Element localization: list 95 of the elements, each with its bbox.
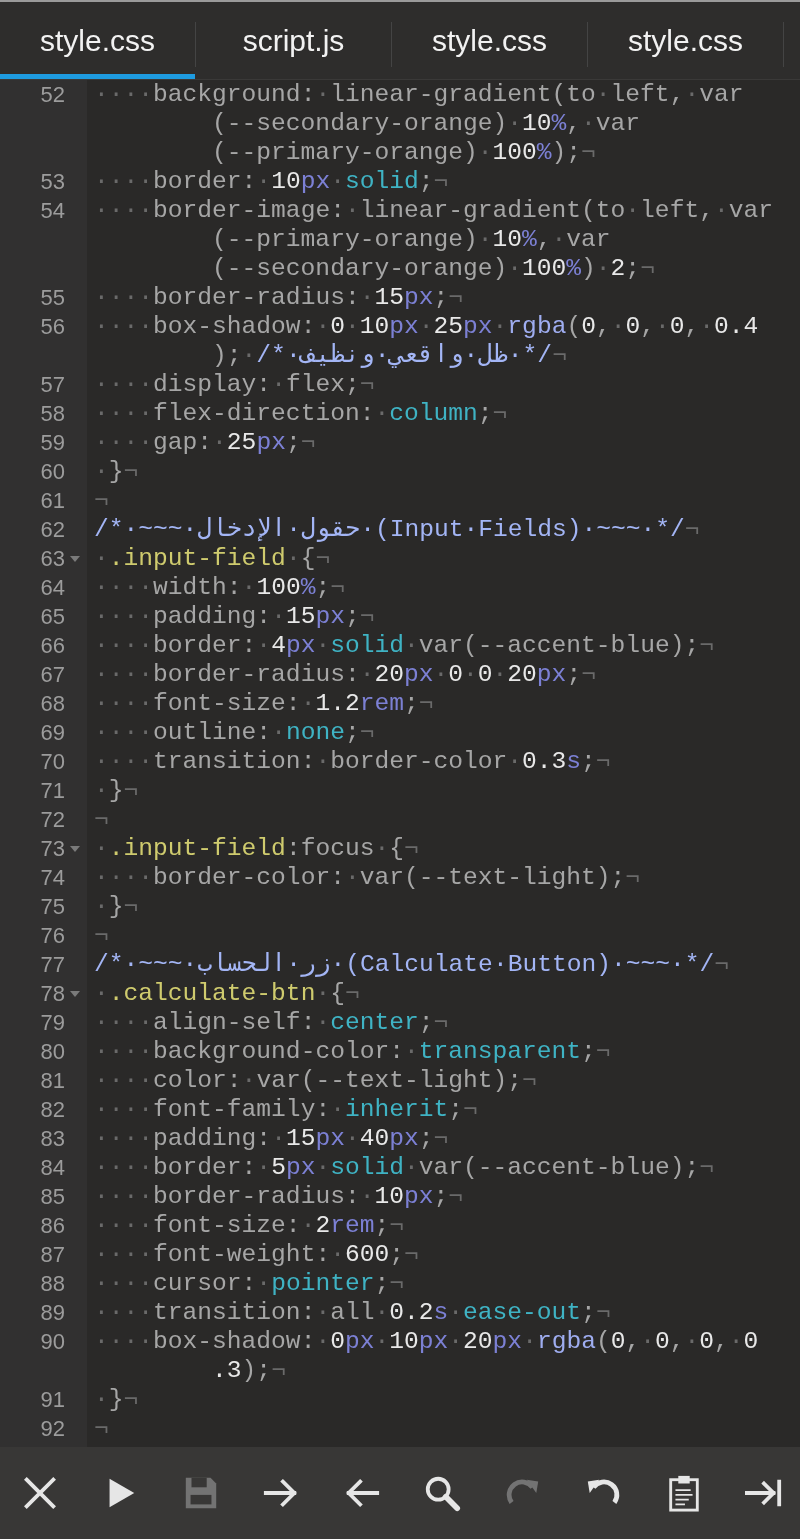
line-number: 56: [40, 313, 65, 341]
code-line: (--secondary-orange)·100%)·2;¬: [211, 254, 655, 283]
code-line: ····transition:·all·0.2s·ease-out;¬: [93, 1298, 611, 1327]
code-line: (--primary-orange)·100%);¬: [211, 138, 596, 167]
file-tab[interactable]: style.css: [588, 2, 783, 79]
line-number: 84: [40, 1154, 65, 1182]
code-line: ····box-shadow:·0·10px·25px·rgba(0,·0,·0,·0.4: [93, 312, 759, 341]
code-line: ····transition:·border-color·0.3s;¬: [93, 747, 611, 776]
code-line: ·.calculate-btn·{¬: [93, 979, 360, 1008]
line-number: 69: [40, 719, 65, 747]
line-number: 86: [40, 1212, 65, 1240]
code-line: ¬: [93, 1414, 109, 1443]
line-number: 64: [40, 574, 65, 602]
code-line: ····width:·100%;¬: [93, 573, 345, 602]
code-line: ·.input-field·{¬: [93, 544, 331, 573]
file-tab[interactable]: script.js: [196, 2, 391, 79]
code-line: ····color:·var(--text-light);¬: [93, 1066, 537, 1095]
line-number: 60: [40, 458, 65, 486]
line-number: 79: [40, 1009, 65, 1037]
line-number: 52: [40, 81, 65, 109]
code-line: ····font-weight:·600;¬: [93, 1240, 419, 1269]
line-number: 83: [40, 1125, 65, 1153]
code-line: ····display:·flex;¬: [93, 370, 375, 399]
line-number: 75: [40, 893, 65, 921]
line-number: 76: [40, 922, 65, 950]
line-number: 73: [40, 835, 65, 863]
line-number: 66: [40, 632, 65, 660]
code-line: ¬: [93, 805, 109, 834]
line-number: 70: [40, 748, 65, 776]
line-number: 81: [40, 1067, 65, 1095]
line-number: 74: [40, 864, 65, 892]
code-line: ····border:·4px·solid·var(--accent-blue);¬: [93, 631, 714, 660]
code-line: ·}¬: [93, 1385, 139, 1414]
code-line: ·}¬: [93, 457, 139, 486]
code-line: ····box-shadow:·0px·10px·20px·rgba(0,·0,·0,·0: [93, 1327, 759, 1356]
code-line: ····border-radius:·20px·0·0·20px;¬: [93, 660, 596, 689]
line-number: 61: [40, 487, 65, 515]
code-line: (--primary-orange)·10%,·var: [211, 225, 611, 254]
code-line: ····flex-direction:·column;¬: [93, 399, 508, 428]
line-number: 89: [40, 1299, 65, 1327]
caret-icon[interactable]: [69, 989, 81, 998]
code-line: /*·~~~·حقول·الإدخال·(Input·Fields)·~~~·*/¬: [93, 515, 700, 544]
code-line: ····background:·linear-gradient(to·left,·var: [93, 80, 744, 109]
line-number: 53: [40, 168, 65, 196]
code-line: ····gap:·25px;¬: [93, 428, 316, 457]
code-line: (--secondary-orange)·10%,·var: [211, 109, 641, 138]
code-line: ····border-radius:·15px;¬: [93, 283, 464, 312]
code-line: ·}¬: [93, 776, 139, 805]
code-line: ····border:·5px·solid·var(--accent-blue);¬: [93, 1153, 714, 1182]
code-line: ····padding:·15px·40px;¬: [93, 1124, 449, 1153]
code-line: .3);¬: [211, 1356, 286, 1385]
line-number: 58: [40, 400, 65, 428]
file-tab[interactable]: style.css: [0, 2, 195, 79]
code-line: ····font-size:·2rem;¬: [93, 1211, 404, 1240]
line-number: 82: [40, 1096, 65, 1124]
line-number: 54: [40, 197, 65, 225]
code-line: ····font-family:·inherit;¬: [93, 1095, 478, 1124]
caret-icon[interactable]: [69, 844, 81, 853]
line-number: 88: [40, 1270, 65, 1298]
caret-icon[interactable]: [69, 554, 81, 563]
line-number: 85: [40, 1183, 65, 1211]
line-number: 90: [40, 1328, 65, 1356]
file-tab[interactable]: style.css: [392, 2, 587, 79]
line-number: 62: [40, 516, 65, 544]
line-number: 87: [40, 1241, 65, 1269]
code-line: ·}¬: [93, 892, 139, 921]
line-number: 63: [40, 545, 65, 573]
code-line: ····outline:·none;¬: [93, 718, 375, 747]
code-line: ····cursor:·pointer;¬: [93, 1269, 404, 1298]
line-number: 68: [40, 690, 65, 718]
line-number: 78: [40, 980, 65, 1008]
line-number: 67: [40, 661, 65, 689]
line-number: 72: [40, 806, 65, 834]
code-line: ····border-image:·linear-gradient(to·left,·var: [93, 196, 773, 225]
code-line: ····align-self:·center;¬: [93, 1008, 449, 1037]
code-line: /*·~~~·زر·الحساب·(Calculate·Button)·~~~·*/¬: [93, 950, 730, 979]
code-line: ····padding:·15px;¬: [93, 602, 375, 631]
code-line: ¬: [93, 921, 109, 950]
code-line: ····border-color:·var(--text-light);¬: [93, 863, 641, 892]
line-number: 57: [40, 371, 65, 399]
line-number: 80: [40, 1038, 65, 1066]
code-line: ·.input-field:focus·{¬: [93, 834, 419, 863]
line-number: 91: [40, 1386, 65, 1414]
code-line: ····font-size:·1.2rem;¬: [93, 689, 434, 718]
code-line: ····border-radius:·10px;¬: [93, 1182, 464, 1211]
line-number: 65: [40, 603, 65, 631]
line-number: 59: [40, 429, 65, 457]
code-line: ····background-color:·transparent;¬: [93, 1037, 611, 1066]
line-number: 71: [40, 777, 65, 805]
code-line: );·/*·ظل·واقعي·ونظيف·*/¬: [211, 341, 567, 370]
line-number: 92: [40, 1415, 65, 1443]
code-line: ¬: [93, 486, 109, 515]
line-number: 77: [40, 951, 65, 979]
line-number: 55: [40, 284, 65, 312]
code-line: ····border:·10px·solid;¬: [93, 167, 449, 196]
